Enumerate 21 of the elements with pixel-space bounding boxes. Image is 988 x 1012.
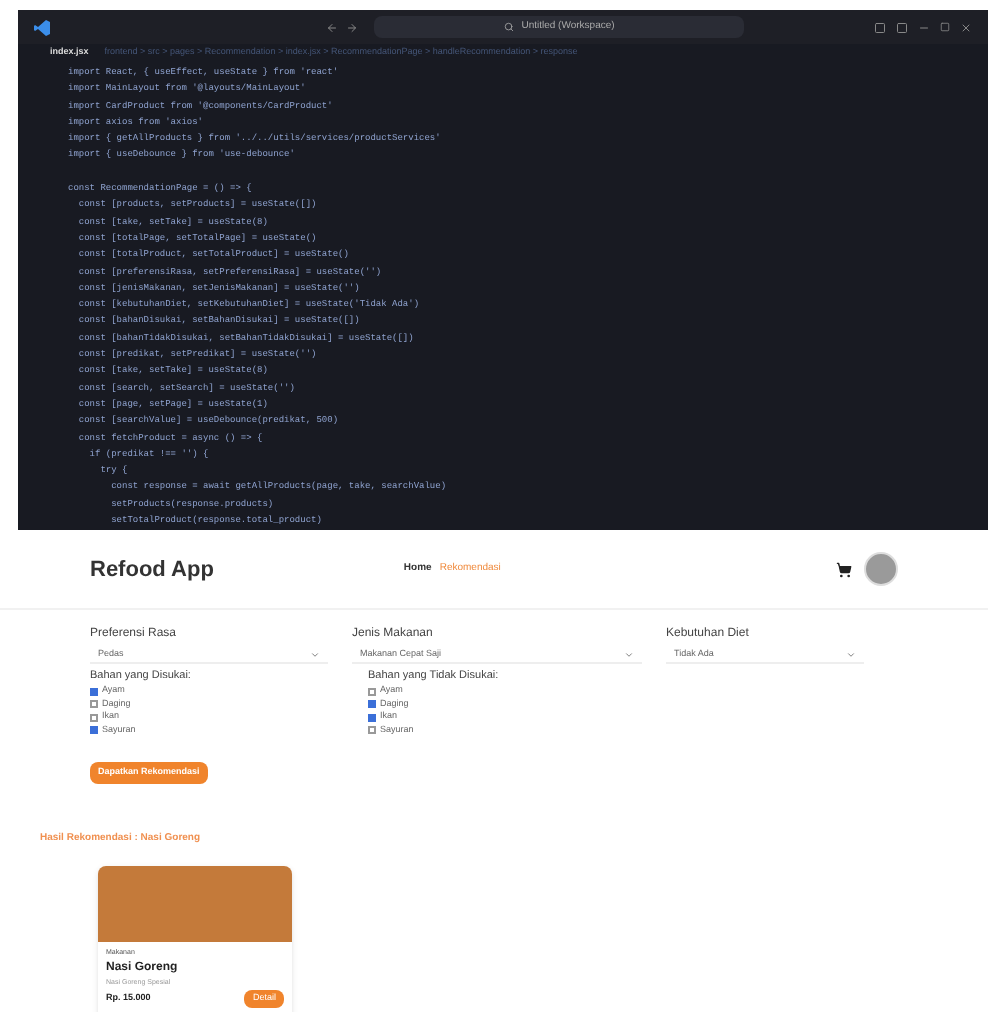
minimize-icon[interactable] — [918, 21, 930, 33]
close-icon[interactable] — [960, 21, 972, 33]
search-icon — [503, 22, 514, 32]
back-arrow-icon[interactable] — [326, 21, 338, 33]
checkbox[interactable] — [368, 726, 376, 735]
app-brand: Refood App — [90, 555, 214, 586]
checkbox[interactable] — [368, 700, 376, 709]
checkbox[interactable] — [368, 687, 376, 696]
avatar[interactable] — [864, 552, 898, 587]
chevron-icon — [624, 650, 634, 661]
checkbox[interactable] — [368, 713, 376, 722]
editor-logo-icon — [34, 19, 50, 35]
chevron-icon — [846, 650, 856, 661]
forward-arrow-icon[interactable] — [346, 21, 358, 33]
checkbox[interactable] — [90, 700, 98, 709]
cart-icon[interactable] — [836, 561, 852, 578]
maximize-icon[interactable] — [940, 22, 950, 32]
chevron-icon — [310, 650, 320, 661]
checkbox[interactable] — [90, 687, 98, 696]
checkbox[interactable] — [90, 726, 98, 735]
checkbox[interactable] — [90, 713, 98, 722]
